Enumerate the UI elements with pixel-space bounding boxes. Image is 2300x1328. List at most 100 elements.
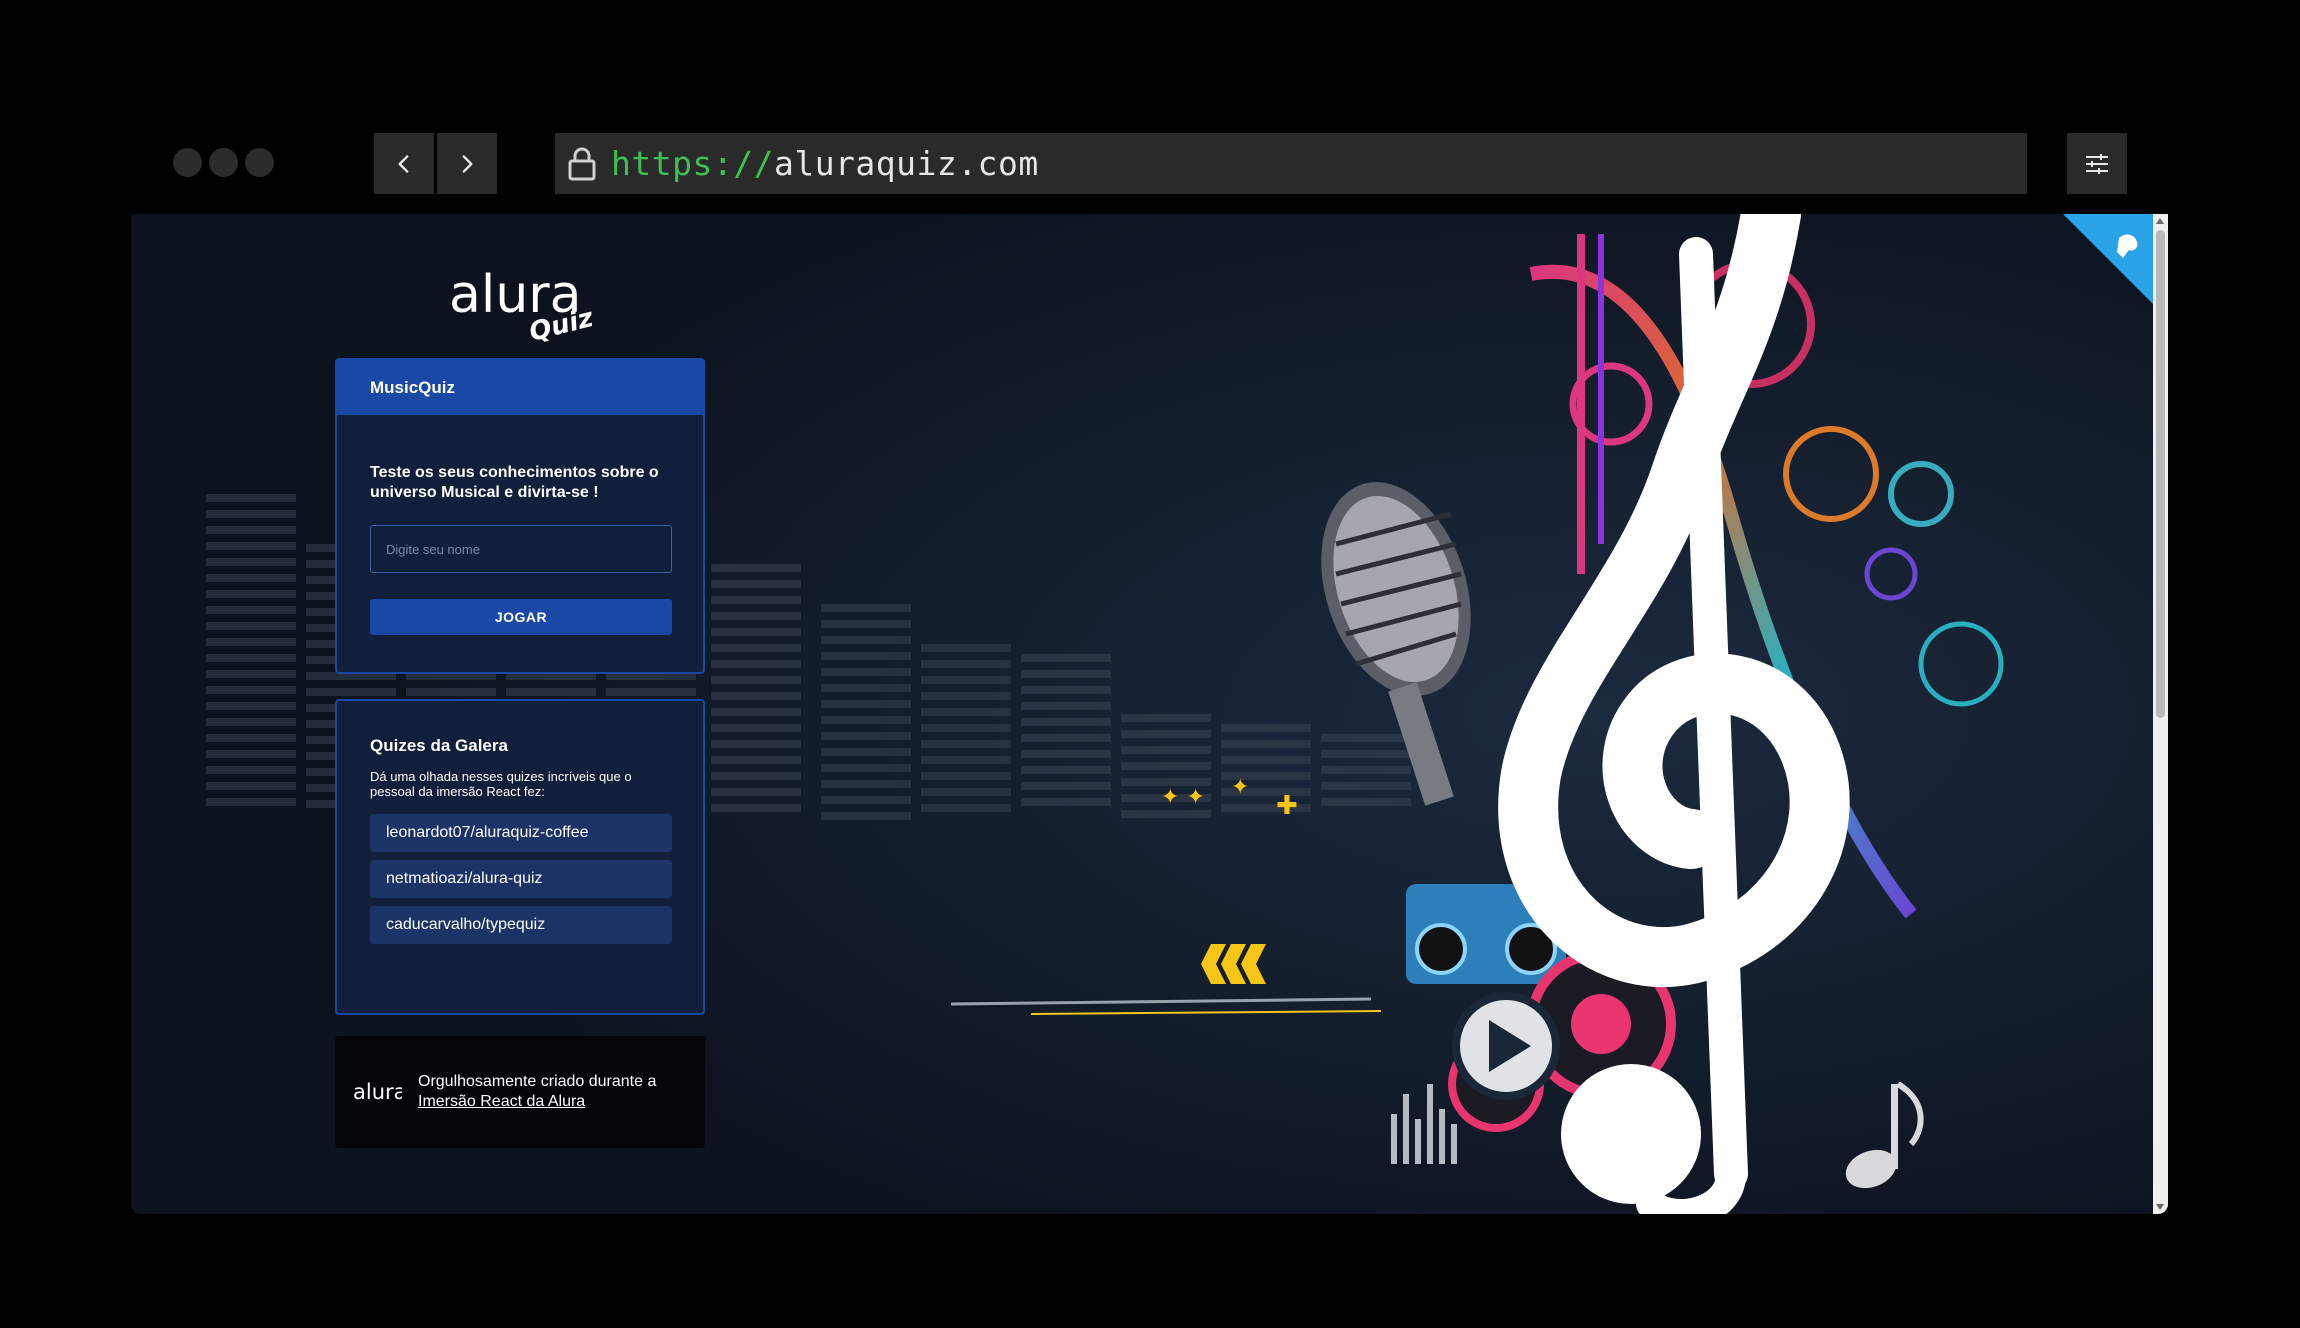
close-window-dot[interactable]	[173, 148, 202, 177]
equalizer-bar-segment	[711, 676, 801, 684]
equalizer-bar-segment	[711, 580, 801, 588]
equalizer-bar-segment	[1021, 670, 1111, 678]
equalizer-bar-segment	[1321, 750, 1411, 758]
lock-icon	[568, 147, 596, 180]
svg-text:✚: ✚	[1276, 791, 1298, 821]
settings-button[interactable]	[2067, 133, 2127, 194]
equalizer-bar-segment	[1321, 766, 1411, 774]
equalizer-bar-segment	[306, 688, 396, 696]
equalizer-bar-segment	[1021, 654, 1111, 662]
quiz-widget: MusicQuiz Teste os seus conhecimentos so…	[335, 358, 705, 674]
equalizer-bar-segment	[821, 684, 911, 692]
equalizer-bar-segment	[711, 692, 801, 700]
equalizer-bar-segment	[821, 748, 911, 756]
equalizer-bar-segment	[921, 740, 1011, 748]
equalizer-bar-segment	[821, 812, 911, 820]
equalizer-bar-segment	[821, 780, 911, 788]
equalizer-bar-segment	[206, 782, 296, 790]
svg-text:✦: ✦	[1231, 775, 1249, 800]
minimize-window-dot[interactable]	[209, 148, 238, 177]
equalizer-bar-segment	[821, 620, 911, 628]
community-quizzes-widget: Quizes da Galera Dá uma olhada nesses qu…	[335, 699, 705, 1015]
scrollbar-thumb[interactable]	[2156, 230, 2165, 718]
url-host: aluraquiz.com	[773, 144, 1039, 183]
equalizer-bar-segment	[1121, 714, 1211, 722]
footer-text-prefix: Orgulhosamente criado durante a	[418, 1073, 657, 1090]
equalizer-bar-segment	[921, 676, 1011, 684]
equalizer-bar-segment	[1221, 740, 1311, 748]
equalizer-bar-segment	[506, 688, 596, 696]
equalizer-bar-segment	[206, 622, 296, 630]
equalizer-bar-segment	[821, 604, 911, 612]
equalizer-bar-segment	[206, 798, 296, 806]
equalizer-bar-segment	[821, 700, 911, 708]
url-text: https://aluraquiz.com	[611, 144, 1039, 183]
equalizer-bar-segment	[206, 734, 296, 742]
equalizer-bar-segment	[711, 724, 801, 732]
equalizer-bar-segment	[711, 788, 801, 796]
imersao-react-link[interactable]: Imersão React da Alura	[418, 1093, 585, 1110]
equalizer-bar-segment	[1221, 756, 1311, 764]
equalizer-bar-segment	[711, 804, 801, 812]
equalizer-bar-segment	[711, 708, 801, 716]
equalizer-bar-segment	[921, 660, 1011, 668]
community-quiz-link[interactable]: netmatioazi/alura-quiz	[370, 860, 672, 898]
alura-footer-logo[interactable]: alura	[353, 1072, 402, 1112]
equalizer-bar-segment	[711, 564, 801, 572]
equalizer-bar-segment	[206, 558, 296, 566]
equalizer-bar-segment	[1021, 782, 1111, 790]
equalizer-bar-segment	[711, 644, 801, 652]
forward-button[interactable]	[437, 133, 497, 194]
maximize-window-dot[interactable]	[245, 148, 274, 177]
equalizer-bar-segment	[921, 788, 1011, 796]
community-quiz-link[interactable]: leonardot07/aluraquiz-coffee	[370, 814, 672, 852]
community-widget-title: Quizes da Galera	[370, 736, 508, 755]
equalizer-bar-segment	[206, 718, 296, 726]
scroll-down-arrow[interactable]	[2156, 1204, 2164, 1210]
equalizer-bar-segment	[711, 740, 801, 748]
quiz-widget-title: MusicQuiz	[337, 360, 703, 415]
equalizer-bar-segment	[206, 606, 296, 614]
page-viewport: ✦ ✦ ✦ ✚ alura Quiz! MusicQuiz Teste os s…	[131, 214, 2168, 1214]
equalizer-bar-segment	[1121, 762, 1211, 770]
equalizer-bar-segment	[206, 670, 296, 678]
github-corner-icon[interactable]	[2063, 214, 2153, 304]
equalizer-bar-segment	[206, 638, 296, 646]
back-button[interactable]	[374, 133, 434, 194]
equalizer-bar-segment	[206, 574, 296, 582]
equalizer-bar-segment	[206, 750, 296, 758]
equalizer-bar-segment	[711, 612, 801, 620]
url-protocol: https://	[611, 144, 774, 183]
community-quiz-link[interactable]: caducarvalho/typequiz	[370, 906, 672, 944]
equalizer-bar-segment	[821, 652, 911, 660]
equalizer-bar-segment	[1021, 766, 1111, 774]
equalizer-bar-segment	[921, 724, 1011, 732]
equalizer-bar-segment	[1021, 702, 1111, 710]
equalizer-bar-segment	[206, 702, 296, 710]
scroll-up-arrow[interactable]	[2156, 218, 2164, 224]
equalizer-bar-segment	[821, 636, 911, 644]
equalizer-bar-segment	[711, 660, 801, 668]
quiz-description: Teste os seus conhecimentos sobre o univ…	[370, 464, 659, 501]
equalizer-bar-segment	[1321, 782, 1411, 790]
equalizer-bar-segment	[1221, 724, 1311, 732]
equalizer-bar-segment	[1021, 750, 1111, 758]
equalizer-bar-segment	[206, 686, 296, 694]
equalizer-bar-segment	[1121, 746, 1211, 754]
equalizer-bar-segment	[921, 772, 1011, 780]
equalizer-bar-segment	[206, 510, 296, 518]
address-bar[interactable]: https://aluraquiz.com	[555, 133, 2027, 194]
equalizer-bar-segment	[1021, 798, 1111, 806]
equalizer-bar-segment	[821, 716, 911, 724]
equalizer-bar-segment	[711, 756, 801, 764]
page-scrollbar[interactable]	[2153, 214, 2168, 1214]
equalizer-bar-segment	[206, 526, 296, 534]
equalizer-bar-segment	[206, 590, 296, 598]
play-button[interactable]: JOGAR	[370, 599, 672, 635]
equalizer-bar-segment	[711, 628, 801, 636]
equalizer-bar-segment	[1121, 730, 1211, 738]
name-input[interactable]	[370, 525, 672, 573]
equalizer-bar-segment	[921, 644, 1011, 652]
equalizer-bar-segment	[921, 756, 1011, 764]
equalizer-bar-segment	[1321, 734, 1411, 742]
